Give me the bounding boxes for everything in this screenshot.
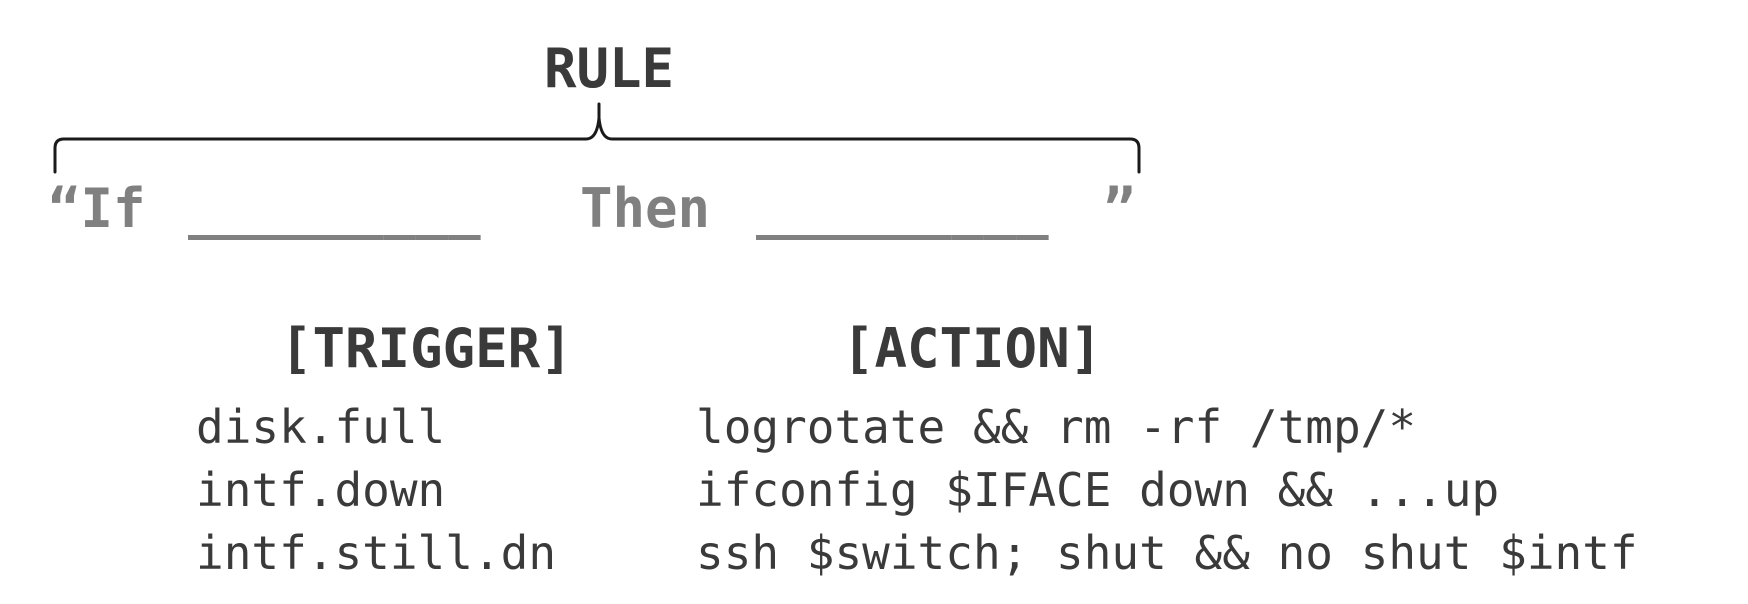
trigger-item: intf.still.dn — [196, 526, 557, 580]
action-list: logrotate && rm -rf /tmp/* ifconfig $IFA… — [696, 396, 1638, 585]
action-blank: _________ — [756, 177, 1049, 240]
trigger-blank: _________ — [188, 177, 481, 240]
template-if: “If — [48, 177, 146, 240]
action-header: [ACTION] — [842, 317, 1103, 380]
trigger-list: disk.full intf.down intf.still.dn — [196, 396, 556, 585]
action-item: ifconfig $IFACE down && ...up — [696, 463, 1500, 517]
trigger-item: disk.full — [196, 400, 446, 454]
template-close-quote: ” — [1103, 177, 1136, 240]
action-item: logrotate && rm -rf /tmp/* — [696, 400, 1417, 454]
action-item: ssh $switch; shut && no shut $intf — [696, 526, 1638, 580]
rule-diagram: RULE “If _________ Then _________ ” [TRI… — [0, 0, 1748, 604]
trigger-item: intf.down — [196, 463, 446, 517]
trigger-header: [TRIGGER] — [280, 317, 573, 380]
template-then: Then — [580, 177, 711, 240]
